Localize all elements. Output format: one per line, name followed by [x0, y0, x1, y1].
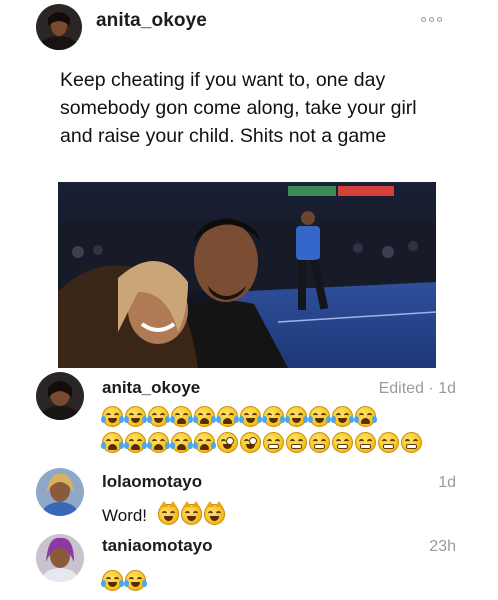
comment-username[interactable]: anita_okoye	[102, 378, 200, 398]
joy-emoji-icon	[239, 406, 262, 427]
cry-emoji-icon	[193, 406, 216, 427]
cat-emoji-icon	[204, 501, 225, 525]
comment-text: Word!	[102, 506, 148, 525]
comment: anita_okoye Edited · 1d	[0, 372, 498, 464]
joy-emoji-icon	[101, 406, 124, 427]
commenter-avatar[interactable]	[36, 534, 84, 582]
emoji-row	[101, 432, 422, 453]
cry-emoji-icon	[147, 432, 170, 453]
post-author-avatar[interactable]	[36, 4, 82, 50]
grimace-emoji-icon	[378, 432, 399, 453]
grimace-emoji-icon	[401, 432, 422, 453]
comment-meta: Edited · 1d	[378, 380, 456, 397]
joy-emoji-icon	[308, 406, 331, 427]
cry-emoji-icon	[170, 432, 193, 453]
grimace-emoji-icon	[355, 432, 376, 453]
cry-emoji-icon	[193, 432, 216, 453]
joy-emoji-icon	[124, 406, 147, 427]
cat-emoji-icon	[181, 501, 202, 525]
grimace-emoji-icon	[309, 432, 330, 453]
cry-emoji-icon	[124, 432, 147, 453]
emoji-row	[158, 501, 225, 525]
comment-meta: 1d	[438, 474, 456, 491]
zany-emoji-icon	[217, 432, 238, 453]
more-options-icon[interactable]	[416, 12, 446, 26]
comment-username[interactable]: taniaomotayo	[102, 536, 213, 556]
cry-emoji-icon	[170, 406, 193, 427]
joy-emoji-icon	[147, 406, 170, 427]
joy-emoji-icon	[331, 406, 354, 427]
comment-meta: 23h	[429, 538, 456, 555]
dot-icon	[436, 16, 442, 22]
grimace-emoji-icon	[332, 432, 353, 453]
emoji-row	[101, 406, 377, 427]
comment-username[interactable]: lolaomotayo	[102, 472, 202, 492]
grimace-emoji-icon	[263, 432, 284, 453]
grimace-emoji-icon	[286, 432, 307, 453]
joy-emoji-icon	[285, 406, 308, 427]
comment: taniaomotayo 23h	[0, 534, 498, 600]
cat-emoji-icon	[158, 501, 179, 525]
cry-emoji-icon	[101, 432, 124, 453]
joy-emoji-icon	[262, 406, 285, 427]
dot-icon	[420, 16, 426, 22]
comment: lolaomotayo 1d Word!	[0, 468, 498, 530]
post-username[interactable]: anita_okoye	[96, 10, 207, 32]
emoji-row	[101, 570, 147, 591]
zany-emoji-icon	[240, 432, 261, 453]
dot-icon	[428, 16, 434, 22]
post-header: anita_okoye	[0, 0, 498, 56]
joy-emoji-icon	[124, 570, 147, 591]
post-caption: Keep cheating if you want to, one day so…	[60, 69, 417, 147]
commenter-avatar[interactable]	[36, 468, 84, 516]
post-photo[interactable]	[58, 182, 436, 368]
cry-emoji-icon	[354, 406, 377, 427]
cry-emoji-icon	[216, 406, 239, 427]
commenter-avatar[interactable]	[36, 372, 84, 420]
joy-emoji-icon	[101, 570, 124, 591]
